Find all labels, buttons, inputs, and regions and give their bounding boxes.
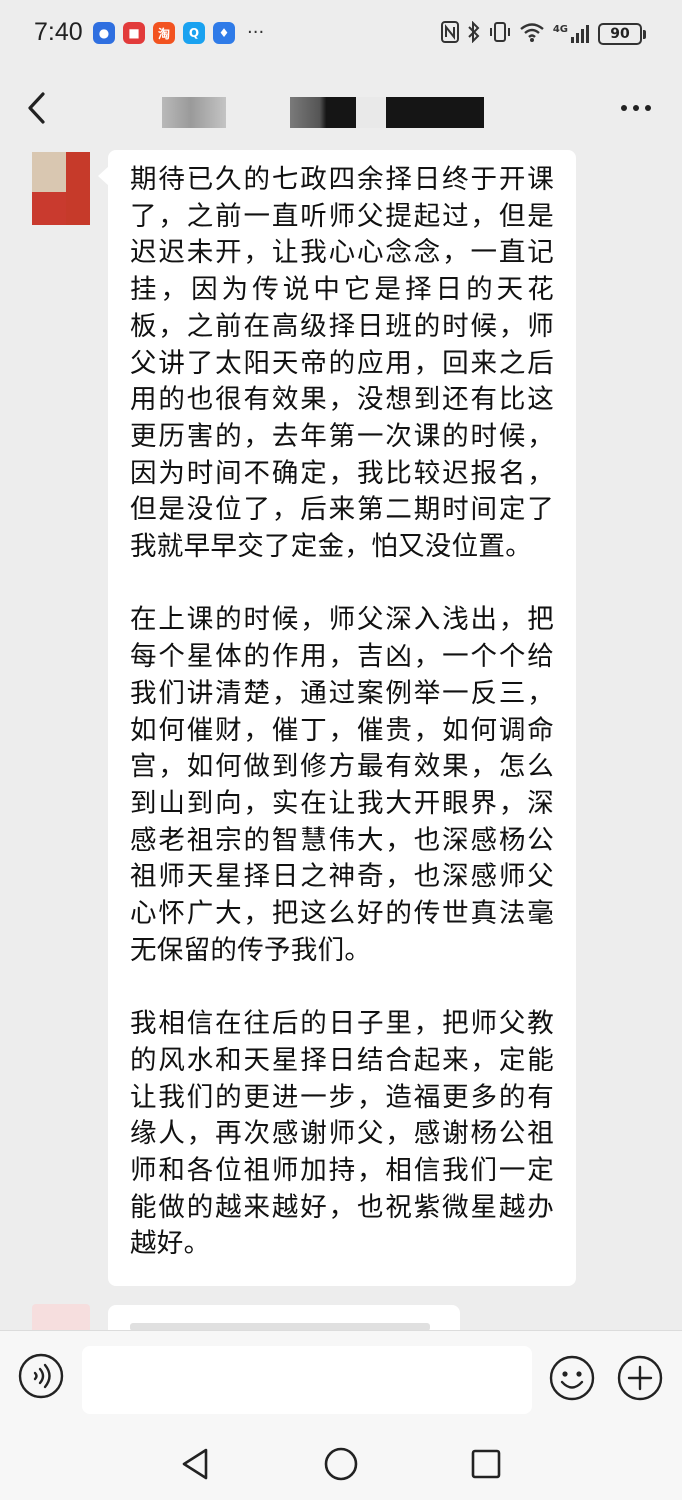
avatar-part — [66, 152, 90, 225]
emoji-button[interactable] — [549, 1355, 595, 1401]
emoji-icon — [549, 1355, 595, 1401]
status-time: 7:40 — [34, 18, 83, 46]
next-message-bubble[interactable] — [108, 1305, 460, 1331]
app-blue-icon: ● — [93, 22, 115, 44]
nfc-icon — [440, 21, 459, 47]
circle-home-icon — [324, 1447, 358, 1481]
system-recents-button[interactable] — [468, 1446, 504, 1482]
title-blur-block-4 — [386, 97, 484, 128]
message-bubble[interactable]: 期待已久的七政四余择日终于开课了，之前一直听师父提起过，但是迟迟未开，让我心心念… — [108, 150, 576, 1286]
battery-tip — [643, 29, 646, 39]
next-sender-avatar[interactable] — [32, 1304, 90, 1330]
triangle-back-icon — [182, 1448, 208, 1480]
network-type-label: 4G — [552, 24, 568, 35]
bluetooth-icon — [467, 20, 481, 47]
more-functions-button[interactable] — [617, 1355, 663, 1401]
status-app-icons: ● ■ 淘 Q ♦ ··· — [93, 22, 264, 44]
sender-avatar[interactable] — [32, 152, 90, 225]
message-paragraph: 我相信在往后的日子里，把师父教的风水和天星择日结合起来，定能让我们的更进一步，造… — [130, 1008, 554, 1260]
message-paragraph: 期待已久的七政四余择日终于开课了，之前一直听师父提起过，但是迟迟未开，让我心心念… — [130, 164, 554, 563]
status-bar: 7:40 ● ■ 淘 Q ♦ ··· 4G 90 — [0, 0, 682, 70]
message-paragraph: 在上课的时候，师父深入浅出，把每个星体的作用，吉凶，一个个给我们讲清楚，通过案例… — [130, 604, 554, 966]
title-blur-block-2 — [290, 97, 356, 128]
system-back-button[interactable] — [178, 1446, 214, 1482]
more-dots-icon — [621, 105, 651, 111]
search-app-icon: Q — [183, 22, 205, 44]
title-blur-block-3 — [356, 97, 386, 128]
lightbulb-app-icon: ♦ — [213, 22, 235, 44]
back-button[interactable] — [18, 88, 58, 128]
battery-level: 90 — [598, 23, 642, 45]
taobao-app-icon: 淘 — [153, 22, 175, 44]
system-navigation-bar — [0, 1430, 682, 1500]
system-home-button[interactable] — [323, 1446, 359, 1482]
plus-icon — [617, 1355, 663, 1401]
chat-header — [0, 70, 682, 150]
voice-input-button[interactable] — [18, 1353, 64, 1399]
input-bar — [0, 1330, 682, 1430]
more-options-button[interactable] — [616, 92, 656, 122]
status-indicators: 4G 90 — [440, 20, 646, 47]
battery-indicator: 90 — [598, 23, 646, 45]
square-recents-icon — [471, 1449, 501, 1479]
vibrate-icon — [489, 21, 511, 47]
wifi-icon — [519, 21, 545, 47]
chevron-left-icon — [28, 92, 45, 124]
title-blur-block-1 — [162, 97, 226, 128]
cellular-signal-icon: 4G — [553, 24, 590, 44]
voice-icon — [18, 1353, 64, 1399]
reader-app-icon: ■ — [123, 22, 145, 44]
message-input[interactable] — [82, 1346, 532, 1414]
more-notifications-icon: ··· — [247, 22, 265, 43]
